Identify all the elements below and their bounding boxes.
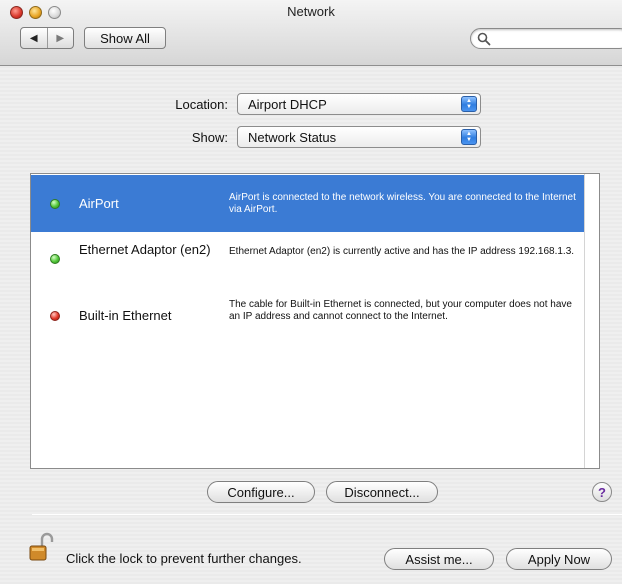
status-green-icon	[50, 199, 60, 209]
search-field[interactable]	[470, 28, 622, 49]
search-icon	[477, 32, 491, 46]
back-forward-control: ◀ ▶	[20, 27, 74, 49]
window-title: Network	[287, 4, 335, 19]
configure-button[interactable]: Configure...	[207, 481, 315, 503]
popup-arrows-icon: ▲ ▼	[461, 96, 477, 112]
assist-me-button[interactable]: Assist me...	[384, 548, 494, 570]
location-popup[interactable]: Airport DHCP ▲ ▼	[237, 93, 481, 115]
lock-text: Click the lock to prevent further change…	[66, 551, 302, 566]
status-green-icon	[50, 254, 60, 264]
lock-icon[interactable]	[28, 532, 56, 562]
service-row-built-in-ethernet[interactable]: Built-in Ethernet The cable for Built-in…	[31, 289, 585, 346]
status-red-icon	[50, 311, 60, 321]
popup-arrows-icon: ▲ ▼	[461, 129, 477, 145]
disconnect-button[interactable]: Disconnect...	[326, 481, 438, 503]
location-value: Airport DHCP	[248, 96, 327, 112]
service-row-airport[interactable]: AirPort AirPort is connected to the netw…	[31, 175, 585, 232]
back-arrow-icon[interactable]: ◀	[21, 28, 47, 48]
service-name: Ethernet Adaptor (en2)	[79, 242, 211, 257]
show-label: Show:	[191, 130, 228, 145]
show-all-button[interactable]: Show All	[84, 27, 166, 49]
show-value: Network Status	[248, 129, 337, 145]
table-scrollbar[interactable]	[584, 174, 599, 468]
service-name: Built-in Ethernet	[79, 308, 172, 323]
toolbar: Network ◀ ▶ Show All	[0, 0, 622, 66]
network-status-table: AirPort AirPort is connected to the netw…	[30, 173, 600, 469]
service-row-ethernet-adaptor[interactable]: Ethernet Adaptor (en2) Ethernet Adaptor …	[31, 232, 585, 289]
service-name: AirPort	[79, 196, 119, 211]
help-button[interactable]: ?	[592, 482, 612, 502]
location-label: Location:	[175, 97, 228, 112]
network-preferences-window: Network ◀ ▶ Show All Location: Airport D…	[0, 0, 622, 584]
apply-now-button[interactable]: Apply Now	[506, 548, 612, 570]
service-description: Ethernet Adaptor (en2) is currently acti…	[229, 246, 575, 257]
forward-arrow-icon[interactable]: ▶	[46, 28, 74, 48]
service-description: The cable for Built-in Ethernet is conne…	[229, 299, 572, 322]
divider	[32, 514, 622, 515]
service-description: AirPort is connected to the network wire…	[229, 192, 576, 215]
show-popup[interactable]: Network Status ▲ ▼	[237, 126, 481, 148]
